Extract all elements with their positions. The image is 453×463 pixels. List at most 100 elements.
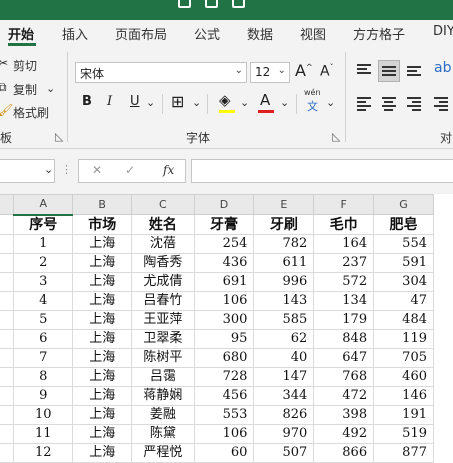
data-cell[interactable]: 848 xyxy=(313,329,375,349)
data-cell[interactable]: 996 xyxy=(253,272,315,292)
underline-button[interactable]: U xyxy=(130,94,140,109)
redo-icon[interactable] xyxy=(232,0,245,8)
data-cell[interactable]: 484 xyxy=(373,310,434,330)
data-cell[interactable]: 492 xyxy=(313,424,375,444)
tab-diy[interactable]: DIY xyxy=(433,24,453,39)
data-cell[interactable]: 254 xyxy=(193,234,255,254)
data-cell[interactable]: 上海 xyxy=(72,253,133,273)
data-cell[interactable]: 472 xyxy=(313,386,375,406)
data-cell[interactable]: 沈蓓 xyxy=(131,234,195,254)
data-cell[interactable]: 上海 xyxy=(72,291,133,311)
tab-data[interactable]: 数据 xyxy=(247,24,273,43)
undo-icon[interactable] xyxy=(205,0,218,8)
copy-button[interactable]: 复制 xyxy=(13,81,37,98)
data-cell[interactable]: 768 xyxy=(313,367,375,387)
font-size-select[interactable]: 12 ⌄ xyxy=(250,62,290,83)
cancel-edit-icon[interactable]: ✕ xyxy=(92,163,102,177)
data-cell[interactable]: 2 xyxy=(13,253,74,273)
font-color-button[interactable]: A xyxy=(260,91,270,109)
data-cell[interactable]: 3 xyxy=(13,272,74,292)
phonetic-button[interactable]: 文 xyxy=(307,98,318,114)
data-cell[interactable]: 143 xyxy=(253,291,315,311)
fill-color-dropdown-icon[interactable]: ⌄ xyxy=(240,96,249,109)
data-cell[interactable]: 上海 xyxy=(72,348,133,368)
data-cell[interactable]: 40 xyxy=(253,348,315,368)
data-cell[interactable]: 吕春竹 xyxy=(131,291,195,311)
data-cell[interactable]: 吕霭 xyxy=(131,367,195,387)
font-color-dropdown-icon[interactable]: ⌄ xyxy=(280,96,289,109)
data-cell[interactable]: 95 xyxy=(193,329,255,349)
data-cell[interactable]: 119 xyxy=(373,329,434,349)
header-cell[interactable]: 肥皂 xyxy=(373,214,434,235)
align-right-icon[interactable] xyxy=(407,97,421,113)
row-header-stub[interactable] xyxy=(0,253,15,273)
data-cell[interactable]: 146 xyxy=(373,386,434,406)
column-header-c[interactable]: C xyxy=(131,194,195,215)
row-header-stub[interactable] xyxy=(0,424,15,444)
header-cell[interactable]: 毛巾 xyxy=(313,214,375,235)
data-cell[interactable]: 60 xyxy=(193,443,255,463)
align-center-icon[interactable] xyxy=(382,97,396,113)
data-cell[interactable]: 164 xyxy=(313,234,375,254)
data-cell[interactable]: 304 xyxy=(373,272,434,292)
data-cell[interactable]: 10 xyxy=(13,405,74,425)
data-cell[interactable]: 严程悦 xyxy=(131,443,195,463)
data-cell[interactable]: 728 xyxy=(193,367,255,387)
data-cell[interactable]: 705 xyxy=(373,348,434,368)
column-header-b[interactable]: B xyxy=(72,194,133,215)
data-cell[interactable]: 147 xyxy=(253,367,315,387)
data-cell[interactable]: 877 xyxy=(373,443,434,463)
borders-dropdown-icon[interactable]: ⌄ xyxy=(192,96,201,109)
data-cell[interactable]: 8 xyxy=(13,367,74,387)
name-box-dropdown-icon[interactable]: ⌄ xyxy=(44,163,53,176)
data-cell[interactable]: 106 xyxy=(193,424,255,444)
phonetic-dropdown-icon[interactable]: ⌄ xyxy=(326,96,335,109)
data-cell[interactable]: 572 xyxy=(313,272,375,292)
data-cell[interactable]: 456 xyxy=(193,386,255,406)
row-header-stub[interactable] xyxy=(0,443,15,463)
data-cell[interactable]: 蒋静娴 xyxy=(131,386,195,406)
cut-button[interactable]: 剪切 xyxy=(13,57,37,74)
format-painter-button[interactable]: 格式刷 xyxy=(13,104,49,121)
data-cell[interactable]: 上海 xyxy=(72,443,133,463)
align-top-icon[interactable] xyxy=(357,64,371,76)
save-icon[interactable] xyxy=(178,0,191,8)
data-cell[interactable]: 62 xyxy=(253,329,315,349)
select-all-corner[interactable] xyxy=(0,194,15,215)
tab-fangfang[interactable]: 方方格子 xyxy=(353,24,405,43)
data-cell[interactable]: 5 xyxy=(13,310,74,330)
borders-icon[interactable]: ⊞ xyxy=(171,92,184,111)
data-cell[interactable]: 陶香秀 xyxy=(131,253,195,273)
data-cell[interactable]: 436 xyxy=(193,253,255,273)
tab-formulas[interactable]: 公式 xyxy=(194,24,220,43)
row-header-stub[interactable] xyxy=(0,329,15,349)
column-header-f[interactable]: F xyxy=(313,194,375,215)
data-cell[interactable]: 7 xyxy=(13,348,74,368)
drag-handle-icon[interactable]: ⋮ xyxy=(61,163,72,176)
column-header-e[interactable]: E xyxy=(253,194,315,215)
data-cell[interactable]: 134 xyxy=(313,291,375,311)
data-cell[interactable]: 179 xyxy=(313,310,375,330)
data-cell[interactable]: 王亚萍 xyxy=(131,310,195,330)
data-cell[interactable]: 460 xyxy=(373,367,434,387)
data-cell[interactable]: 上海 xyxy=(72,424,133,444)
copy-dropdown-icon[interactable]: ⌄ xyxy=(46,82,55,95)
fill-color-icon[interactable]: ◈ xyxy=(219,91,231,109)
data-cell[interactable]: 上海 xyxy=(72,310,133,330)
row-header-stub[interactable] xyxy=(0,234,15,254)
row-header-stub[interactable] xyxy=(0,291,15,311)
data-cell[interactable]: 300 xyxy=(193,310,255,330)
italic-button[interactable]: I xyxy=(107,94,112,109)
align-bottom-icon[interactable] xyxy=(407,66,421,78)
data-cell[interactable]: 507 xyxy=(253,443,315,463)
data-cell[interactable]: 680 xyxy=(193,348,255,368)
confirm-edit-icon[interactable]: ✓ xyxy=(125,163,135,177)
data-cell[interactable]: 106 xyxy=(193,291,255,311)
data-cell[interactable]: 585 xyxy=(253,310,315,330)
data-cell[interactable]: 554 xyxy=(373,234,434,254)
font-launcher-icon[interactable]: ◺ xyxy=(332,130,340,143)
data-cell[interactable]: 陈黛 xyxy=(131,424,195,444)
column-header-g[interactable]: G xyxy=(373,194,434,215)
data-cell[interactable]: 姜融 xyxy=(131,405,195,425)
data-cell[interactable]: 47 xyxy=(373,291,434,311)
